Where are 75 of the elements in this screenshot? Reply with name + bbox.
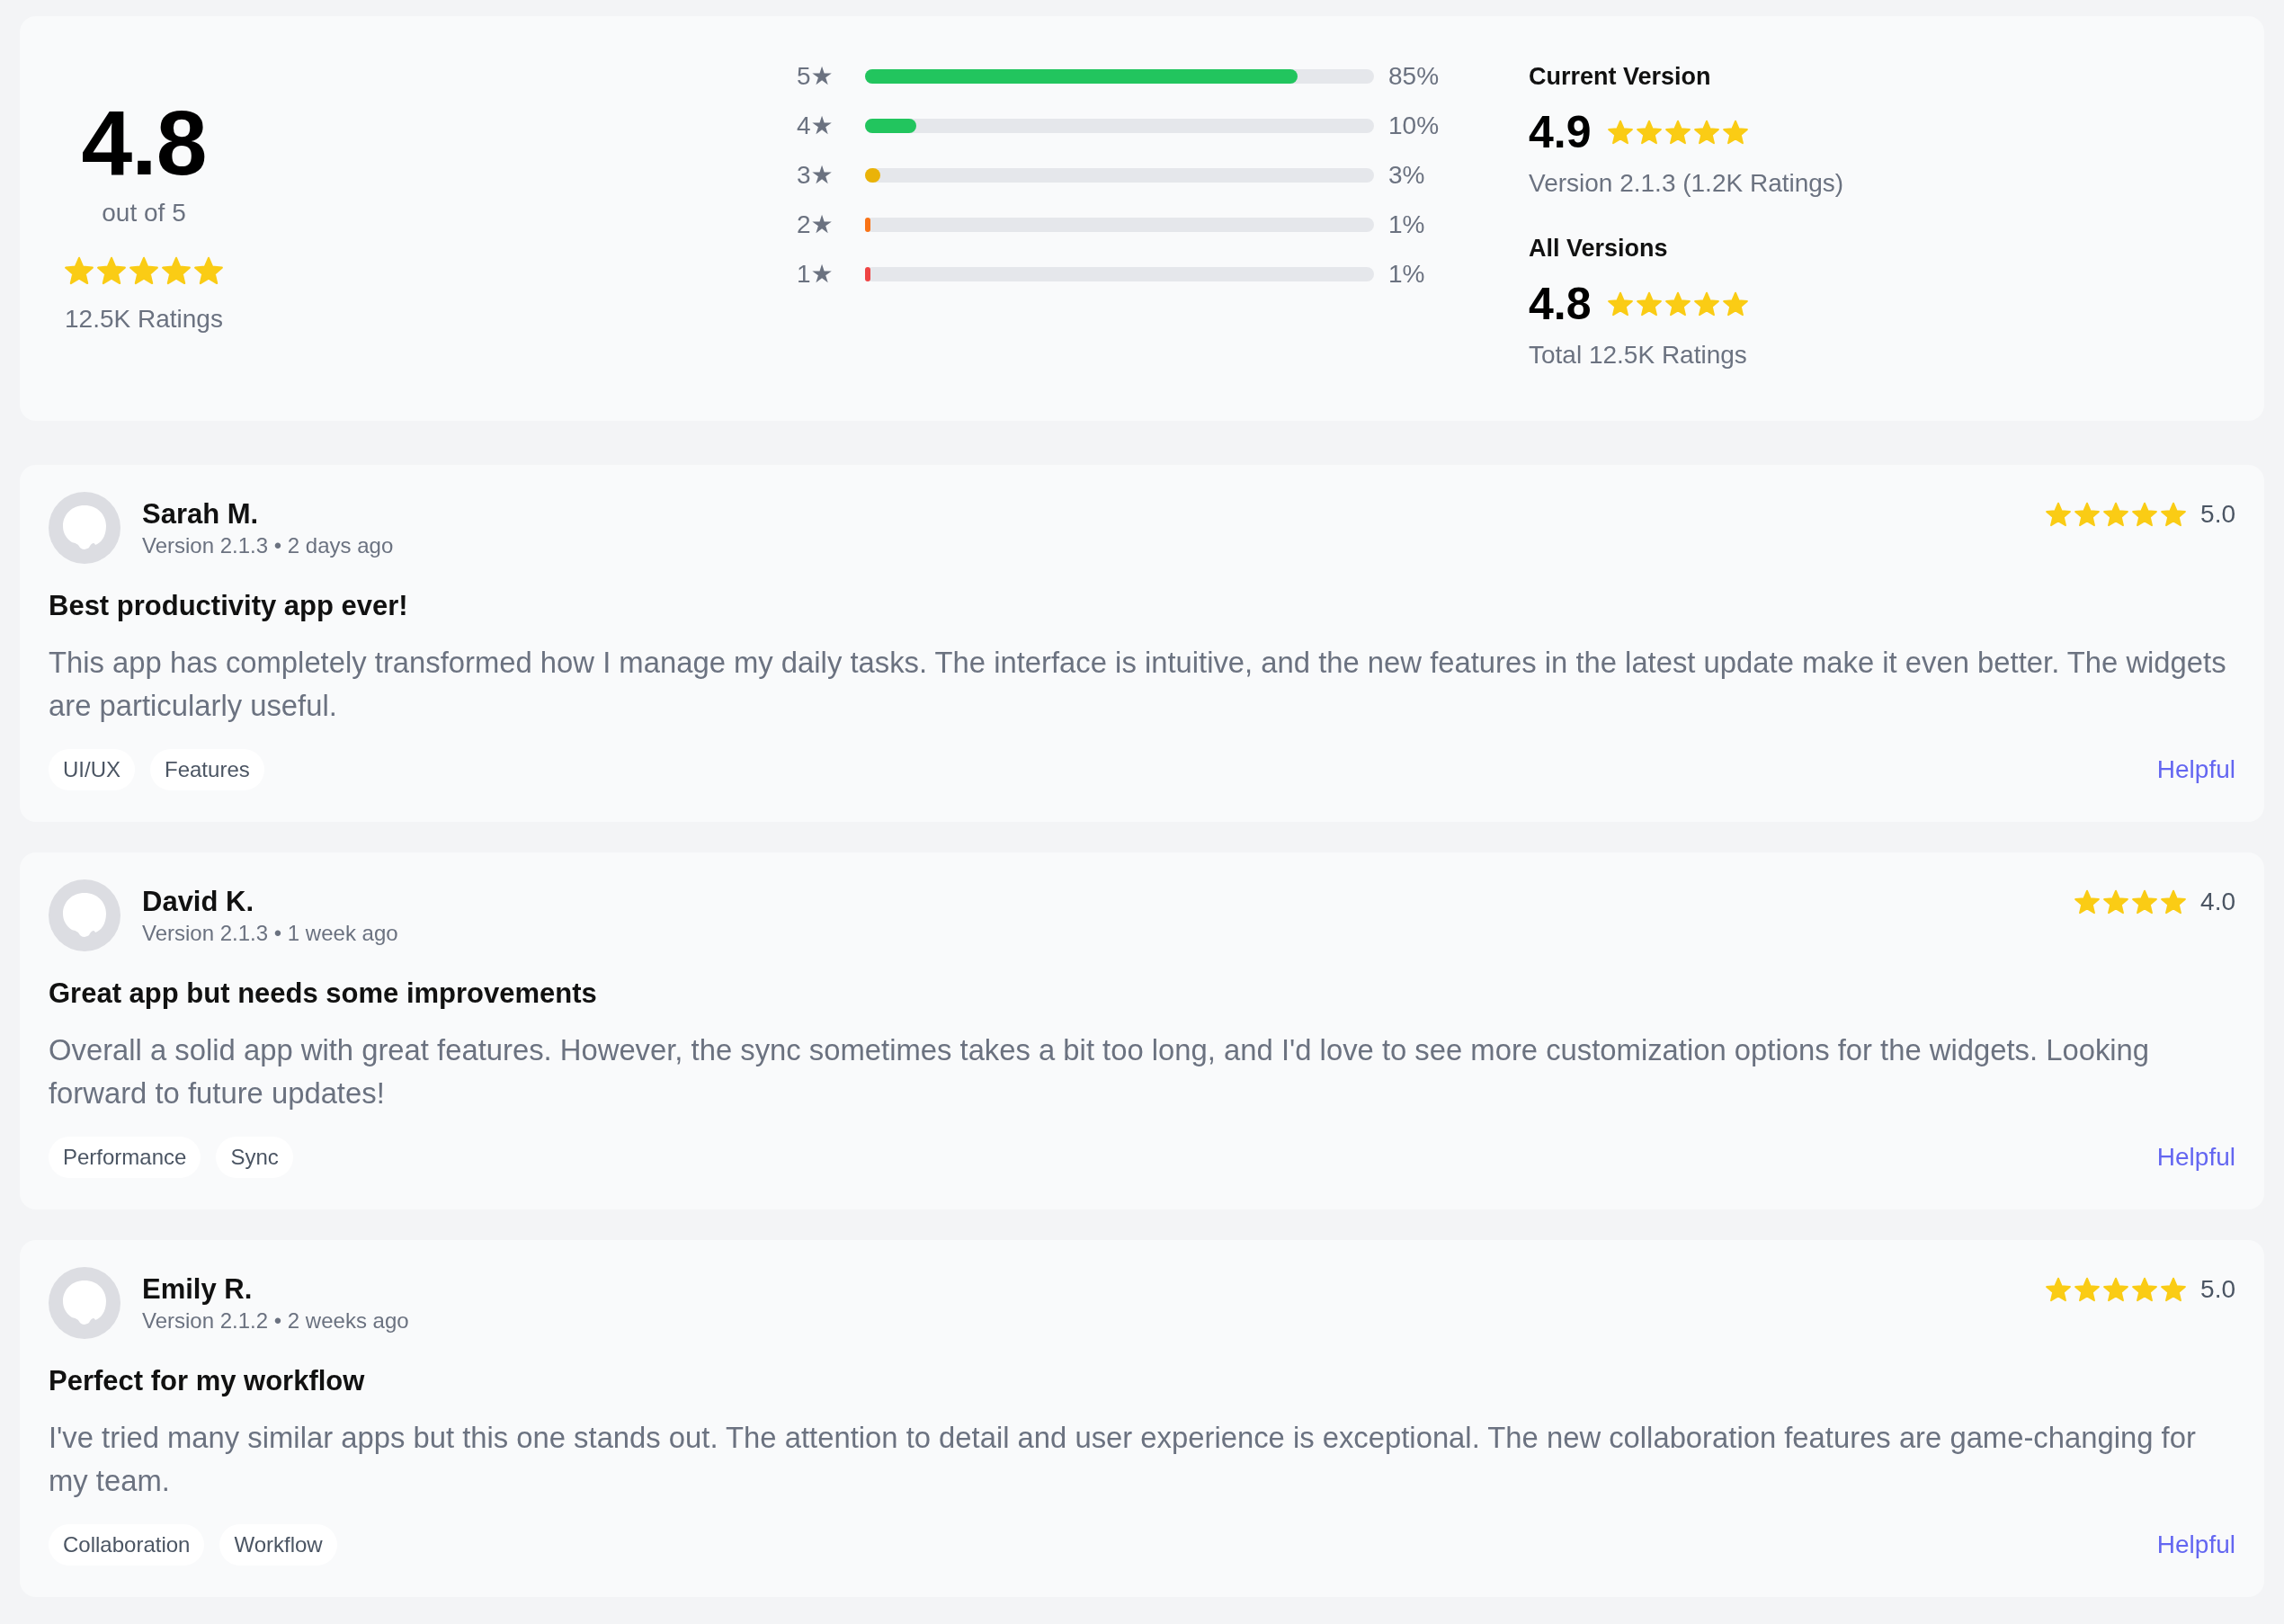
review-score: 5.0	[2200, 499, 2235, 530]
helpful-link[interactable]: Helpful	[2156, 1142, 2235, 1173]
avatar-icon	[49, 879, 120, 951]
star-icon	[2103, 1277, 2129, 1302]
percentage-label: 1%	[1388, 259, 1426, 290]
star-icon	[97, 256, 126, 285]
helpful-link[interactable]: Helpful	[2156, 1530, 2235, 1560]
star-icon	[2074, 1277, 2101, 1302]
star-icon	[2132, 889, 2158, 915]
topic-tag: Sync	[216, 1137, 293, 1178]
topic-tag: Collaboration	[49, 1524, 205, 1566]
star-icon	[1636, 120, 1662, 145]
star-level-label: 1★	[797, 259, 834, 290]
percentage-label: 3%	[1388, 160, 1426, 191]
review-meta: Version 2.1.3 • 2 days ago	[142, 532, 394, 558]
version-ratings-detail: Total 12.5K Ratings	[1529, 340, 1748, 370]
version-ratings-detail: Version 2.1.3 (1.2K Ratings)	[1529, 168, 1845, 199]
avatar-icon	[49, 1267, 120, 1339]
star-icon	[1722, 291, 1748, 317]
star-icon	[2132, 502, 2158, 527]
review-title: Best productivity app ever!	[49, 589, 409, 622]
topic-tag: Features	[150, 749, 264, 790]
star-icon	[194, 256, 223, 285]
star-level-label: 4★	[797, 111, 834, 141]
version-heading: Current Version	[1529, 62, 1712, 92]
reviewer-name: Sarah M.	[142, 497, 260, 531]
review-meta: Version 2.1.2 • 2 weeks ago	[142, 1307, 409, 1334]
average-rating: 4.8	[81, 97, 207, 189]
topic-tag: UI/UX	[49, 749, 135, 790]
star-icon	[2074, 502, 2101, 527]
version-heading: All Versions	[1529, 234, 1669, 263]
star-icon	[129, 256, 158, 285]
topic-tag: Performance	[49, 1137, 201, 1178]
review-text: I've tried many similar apps but this one stands out. The attention to detail and user experience is exceptional. The new collaboration features are game-changing for my team.	[49, 1420, 2197, 1499]
percentage-label: 1%	[1388, 210, 1426, 240]
percentage-label: 85%	[1388, 61, 1441, 92]
star-icon	[1693, 291, 1719, 317]
star-icon	[1607, 120, 1633, 145]
star-icon	[162, 256, 191, 285]
ratings-count: 12.5K Ratings	[65, 304, 223, 335]
star-icon	[2046, 502, 2072, 527]
review-title: Great app but needs some improvements	[49, 977, 598, 1010]
version-rating: 4.9	[1529, 106, 1592, 158]
star-icon	[1722, 120, 1748, 145]
review-score: 5.0	[2200, 1274, 2235, 1305]
star-icon	[1636, 291, 1662, 317]
star-icon	[2161, 889, 2187, 915]
reviewer-name: David K.	[142, 885, 255, 918]
star-icon	[2161, 502, 2187, 527]
star-icon	[2046, 1277, 2072, 1302]
star-level-label: 5★	[797, 61, 834, 92]
version-rating: 4.8	[1529, 278, 1592, 330]
review-title: Perfect for my workflow	[49, 1364, 366, 1397]
star-icon	[1693, 120, 1719, 145]
helpful-link[interactable]: Helpful	[2156, 754, 2235, 785]
topic-tag: Workflow	[219, 1524, 337, 1566]
star-icon	[1664, 120, 1691, 145]
review-text: This app has completely transformed how I manage my daily tasks. The interface is intuitive, and the new features in the latest update make it even better. The widgets are particularly useful.	[49, 645, 2227, 724]
review-score: 4.0	[2200, 887, 2235, 917]
rating-scale-text: out of 5	[102, 198, 186, 228]
avatar-icon	[49, 492, 120, 564]
star-level-label: 2★	[797, 210, 834, 240]
star-icon	[65, 256, 94, 285]
percentage-label: 10%	[1388, 111, 1441, 141]
star-icon	[1664, 291, 1691, 317]
review-text: Overall a solid app with great features. However, the sync sometimes takes a bit too long, and I'd love to see more customization options for the widgets. Looking forward to future updates!	[49, 1032, 2151, 1111]
review-meta: Version 2.1.3 • 1 week ago	[142, 920, 398, 946]
star-icon	[2103, 502, 2129, 527]
star-level-label: 3★	[797, 160, 834, 191]
star-icon	[2161, 1277, 2187, 1302]
reviewer-name: Emily R.	[142, 1272, 254, 1306]
star-icon	[1607, 291, 1633, 317]
star-icon	[2103, 889, 2129, 915]
star-icon	[2074, 889, 2101, 915]
star-icon	[2132, 1277, 2158, 1302]
